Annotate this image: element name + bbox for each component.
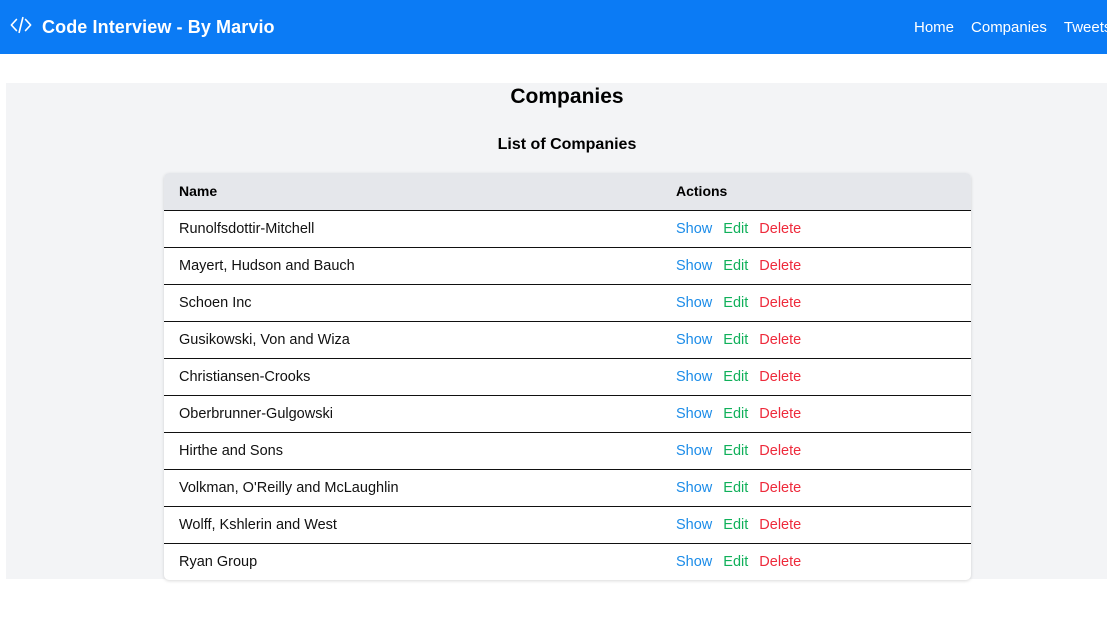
row-actions: Show Edit Delete [661,321,971,358]
table-row: Wolff, Kshlerin and West Show Edit Delete [164,506,971,543]
table-row: Mayert, Hudson and Bauch Show Edit Delete [164,247,971,284]
edit-link[interactable]: Edit [723,480,748,496]
show-link[interactable]: Show [676,369,712,385]
company-name: Christiansen-Crooks [179,368,311,385]
section-title: List of Companies [497,136,637,153]
nav-link-home[interactable]: Home [914,19,954,36]
delete-link[interactable]: Delete [759,406,801,422]
table-row: Volkman, O'Reilly and McLaughlin Show Edit… [164,469,971,506]
edit-link[interactable]: Edit [723,258,748,274]
delete-link[interactable]: Delete [759,517,801,533]
row-actions: Show Edit Delete [661,358,971,395]
column-header-name: Name [179,183,218,200]
table-row: Oberbrunner-Gulgowski Show Edit Delete [164,395,971,432]
delete-link[interactable]: Delete [759,295,801,311]
company-name: Oberbrunner-Gulgowski [179,405,333,422]
company-name: Gusikowski, Von and Wiza [179,331,350,348]
table-row: Schoen Inc Show Edit Delete [164,284,971,321]
app-title: Code Interview - By Marvio [42,16,275,37]
delete-link[interactable]: Delete [759,480,801,496]
delete-link[interactable]: Delete [759,443,801,459]
edit-link[interactable]: Edit [723,406,748,422]
table-header-row: Name Actions [164,173,971,210]
row-actions: Show Edit Delete [661,543,971,580]
row-actions: Show Edit Delete [661,284,971,321]
edit-link[interactable]: Edit [723,554,748,570]
show-link[interactable]: Show [676,406,712,422]
edit-link[interactable]: Edit [723,517,748,533]
table-row: Ryan Group Show Edit Delete [164,543,971,580]
nav-link-tweets[interactable]: Tweets [1064,19,1107,36]
company-name: Wolff, Kshlerin and West [179,516,337,533]
company-name: Schoen Inc [179,294,252,311]
edit-link[interactable]: Edit [723,369,748,385]
company-name: Runolfsdottir-Mitchell [179,220,315,237]
table-row: Hirthe and Sons Show Edit Delete [164,432,971,469]
show-link[interactable]: Show [676,443,712,459]
edit-link[interactable]: Edit [723,332,748,348]
companies-table-card: Name Actions Runolfsdottir-Mitchell Show E… [164,173,971,580]
main-content: Companies List of Companies Name Actions… [6,83,1107,580]
company-name: Hirthe and Sons [179,442,283,459]
table-row: Christiansen-Crooks Show Edit Delete [164,358,971,395]
show-link[interactable]: Show [676,221,712,237]
nav-links: Home Companies Tweets [914,0,1107,54]
edit-link[interactable]: Edit [723,295,748,311]
show-link[interactable]: Show [676,517,712,533]
row-actions: Show Edit Delete [661,247,971,284]
company-name: Mayert, Hudson and Bauch [179,257,355,274]
show-link[interactable]: Show [676,332,712,348]
row-actions: Show Edit Delete [661,210,971,247]
nav-link-companies[interactable]: Companies [971,19,1047,36]
company-name: Ryan Group [179,553,258,570]
delete-link[interactable]: Delete [759,554,801,570]
code-icon [10,14,32,41]
row-actions: Show Edit Delete [661,432,971,469]
table-row: Gusikowski, Von and Wiza Show Edit Delete [164,321,971,358]
company-name: Volkman, O'Reilly and McLaughlin [179,479,399,496]
delete-link[interactable]: Delete [759,221,801,237]
delete-link[interactable]: Delete [759,258,801,274]
row-actions: Show Edit Delete [661,506,971,543]
delete-link[interactable]: Delete [759,332,801,348]
show-link[interactable]: Show [676,554,712,570]
show-link[interactable]: Show [676,480,712,496]
column-header-actions: Actions [676,183,728,200]
table-body: Runolfsdottir-Mitchell Show Edit Delete Maye… [164,210,971,580]
delete-link[interactable]: Delete [759,369,801,385]
show-link[interactable]: Show [676,295,712,311]
row-actions: Show Edit Delete [661,469,971,506]
edit-link[interactable]: Edit [723,443,748,459]
table-row: Runolfsdottir-Mitchell Show Edit Delete [164,210,971,247]
row-actions: Show Edit Delete [661,395,971,432]
companies-table: Name Actions Runolfsdottir-Mitchell Show E… [164,173,971,580]
edit-link[interactable]: Edit [723,221,748,237]
page-title: Companies [510,85,624,108]
brand-link[interactable]: Code Interview - By Marvio [10,0,275,54]
show-link[interactable]: Show [676,258,712,274]
navbar: Code Interview - By Marvio Home Companie… [0,0,1107,54]
